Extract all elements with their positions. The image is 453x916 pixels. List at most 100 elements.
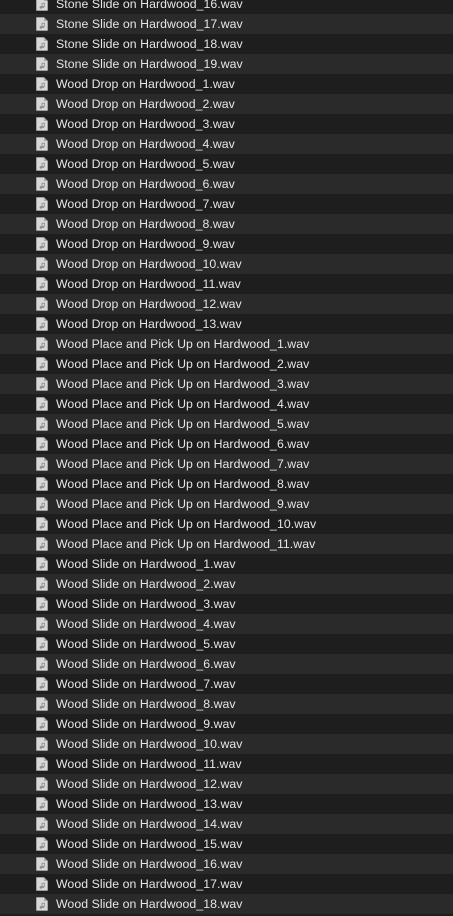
file-row[interactable]: Wood Place and Pick Up on Hardwood_6.wav (0, 434, 453, 454)
file-row[interactable]: Wood Place and Pick Up on Hardwood_1.wav (0, 334, 453, 354)
audio-file-icon (36, 437, 48, 451)
file-name: Wood Slide on Hardwood_7.wav (56, 677, 236, 691)
file-row[interactable]: Stone Slide on Hardwood_17.wav (0, 14, 453, 34)
audio-file-icon (36, 897, 48, 911)
audio-file-icon (36, 417, 48, 431)
audio-file-icon (36, 377, 48, 391)
audio-file-icon (36, 97, 48, 111)
file-row[interactable]: Wood Drop on Hardwood_2.wav (0, 94, 453, 114)
file-row[interactable]: Wood Slide on Hardwood_14.wav (0, 814, 453, 834)
file-name: Wood Place and Pick Up on Hardwood_4.wav (56, 397, 310, 411)
audio-file-icon (36, 537, 48, 551)
file-row[interactable]: Wood Slide on Hardwood_15.wav (0, 834, 453, 854)
audio-file-icon (36, 717, 48, 731)
file-name: Wood Place and Pick Up on Hardwood_2.wav (56, 357, 310, 371)
file-row[interactable]: Stone Slide on Hardwood_19.wav (0, 54, 453, 74)
file-name: Wood Drop on Hardwood_9.wav (56, 237, 235, 251)
audio-file-icon (36, 297, 48, 311)
audio-file-icon (36, 637, 48, 651)
file-name: Wood Slide on Hardwood_5.wav (56, 637, 236, 651)
file-row[interactable]: Wood Drop on Hardwood_4.wav (0, 134, 453, 154)
file-row[interactable]: Wood Slide on Hardwood_13.wav (0, 794, 453, 814)
file-name: Wood Drop on Hardwood_2.wav (56, 97, 235, 111)
file-name: Wood Slide on Hardwood_8.wav (56, 697, 236, 711)
file-row[interactable]: Wood Slide on Hardwood_3.wav (0, 594, 453, 614)
file-row[interactable]: Wood Slide on Hardwood_4.wav (0, 614, 453, 634)
file-row[interactable]: Wood Drop on Hardwood_6.wav (0, 174, 453, 194)
file-row[interactable]: Wood Slide on Hardwood_1.wav (0, 554, 453, 574)
file-row[interactable]: Wood Slide on Hardwood_17.wav (0, 874, 453, 894)
file-row[interactable]: Wood Slide on Hardwood_6.wav (0, 654, 453, 674)
file-name: Wood Slide on Hardwood_4.wav (56, 617, 236, 631)
file-row[interactable]: Wood Place and Pick Up on Hardwood_11.wa… (0, 534, 453, 554)
file-row[interactable]: Wood Slide on Hardwood_18.wav (0, 894, 453, 914)
file-name: Wood Slide on Hardwood_13.wav (56, 797, 243, 811)
file-name: Wood Slide on Hardwood_3.wav (56, 597, 236, 611)
file-row[interactable]: Wood Drop on Hardwood_11.wav (0, 274, 453, 294)
file-name: Wood Slide on Hardwood_9.wav (56, 717, 236, 731)
file-name: Wood Drop on Hardwood_1.wav (56, 77, 235, 91)
file-row[interactable]: Wood Place and Pick Up on Hardwood_4.wav (0, 394, 453, 414)
file-row[interactable]: Wood Drop on Hardwood_5.wav (0, 154, 453, 174)
file-row[interactable]: Wood Slide on Hardwood_7.wav (0, 674, 453, 694)
file-name: Wood Place and Pick Up on Hardwood_3.wav (56, 377, 310, 391)
file-name: Wood Place and Pick Up on Hardwood_5.wav (56, 417, 310, 431)
file-row[interactable]: Wood Drop on Hardwood_3.wav (0, 114, 453, 134)
audio-file-icon (36, 757, 48, 771)
file-row[interactable]: Stone Slide on Hardwood_18.wav (0, 34, 453, 54)
audio-file-icon (36, 317, 48, 331)
file-row[interactable]: Wood Place and Pick Up on Hardwood_7.wav (0, 454, 453, 474)
audio-file-icon (36, 197, 48, 211)
file-row[interactable]: Wood Slide on Hardwood_11.wav (0, 754, 453, 774)
file-name: Wood Place and Pick Up on Hardwood_10.wa… (56, 517, 317, 531)
file-row[interactable]: Wood Place and Pick Up on Hardwood_10.wa… (0, 514, 453, 534)
audio-file-icon (36, 157, 48, 171)
file-row[interactable]: Wood Slide on Hardwood_8.wav (0, 694, 453, 714)
file-row[interactable]: Wood Place and Pick Up on Hardwood_8.wav (0, 474, 453, 494)
audio-file-icon (36, 0, 48, 11)
file-row[interactable]: Wood Slide on Hardwood_9.wav (0, 714, 453, 734)
audio-file-icon (36, 77, 48, 91)
file-row[interactable]: Wood Drop on Hardwood_7.wav (0, 194, 453, 214)
audio-file-icon (36, 497, 48, 511)
file-name: Wood Place and Pick Up on Hardwood_8.wav (56, 477, 310, 491)
file-name: Wood Place and Pick Up on Hardwood_7.wav (56, 457, 310, 471)
file-row[interactable]: Wood Place and Pick Up on Hardwood_9.wav (0, 494, 453, 514)
audio-file-icon (36, 517, 48, 531)
audio-file-icon (36, 597, 48, 611)
file-row[interactable]: Wood Slide on Hardwood_10.wav (0, 734, 453, 754)
file-name: Stone Slide on Hardwood_16.wav (56, 0, 243, 11)
audio-file-icon (36, 337, 48, 351)
audio-file-icon (36, 137, 48, 151)
file-name: Wood Slide on Hardwood_12.wav (56, 777, 243, 791)
file-row[interactable]: Wood Drop on Hardwood_1.wav (0, 74, 453, 94)
file-row[interactable]: Wood Slide on Hardwood_16.wav (0, 854, 453, 874)
audio-file-icon (36, 357, 48, 371)
file-row[interactable]: Wood Place and Pick Up on Hardwood_3.wav (0, 374, 453, 394)
file-name: Wood Drop on Hardwood_4.wav (56, 137, 235, 151)
file-row[interactable]: Stone Slide on Hardwood_16.wav (0, 0, 453, 14)
audio-file-icon (36, 577, 48, 591)
file-row[interactable]: Wood Slide on Hardwood_12.wav (0, 774, 453, 794)
file-row[interactable]: Wood Drop on Hardwood_12.wav (0, 294, 453, 314)
audio-file-icon (36, 617, 48, 631)
file-row[interactable]: Wood Slide on Hardwood_5.wav (0, 634, 453, 654)
file-name: Wood Slide on Hardwood_10.wav (56, 737, 243, 751)
file-name: Wood Slide on Hardwood_18.wav (56, 897, 243, 911)
audio-file-icon (36, 37, 48, 51)
file-row[interactable]: Wood Slide on Hardwood_2.wav (0, 574, 453, 594)
file-row[interactable]: Wood Place and Pick Up on Hardwood_5.wav (0, 414, 453, 434)
file-name: Wood Place and Pick Up on Hardwood_9.wav (56, 497, 310, 511)
audio-file-icon (36, 117, 48, 131)
file-row[interactable]: Wood Drop on Hardwood_9.wav (0, 234, 453, 254)
file-name: Wood Drop on Hardwood_7.wav (56, 197, 235, 211)
file-name: Wood Slide on Hardwood_6.wav (56, 657, 236, 671)
file-name: Wood Drop on Hardwood_11.wav (56, 277, 241, 291)
audio-file-icon (36, 217, 48, 231)
file-row[interactable]: Wood Drop on Hardwood_10.wav (0, 254, 453, 274)
file-name: Wood Slide on Hardwood_11.wav (56, 757, 242, 771)
file-row[interactable]: Wood Drop on Hardwood_13.wav (0, 314, 453, 334)
audio-file-icon (36, 17, 48, 31)
file-row[interactable]: Wood Drop on Hardwood_8.wav (0, 214, 453, 234)
file-row[interactable]: Wood Place and Pick Up on Hardwood_2.wav (0, 354, 453, 374)
